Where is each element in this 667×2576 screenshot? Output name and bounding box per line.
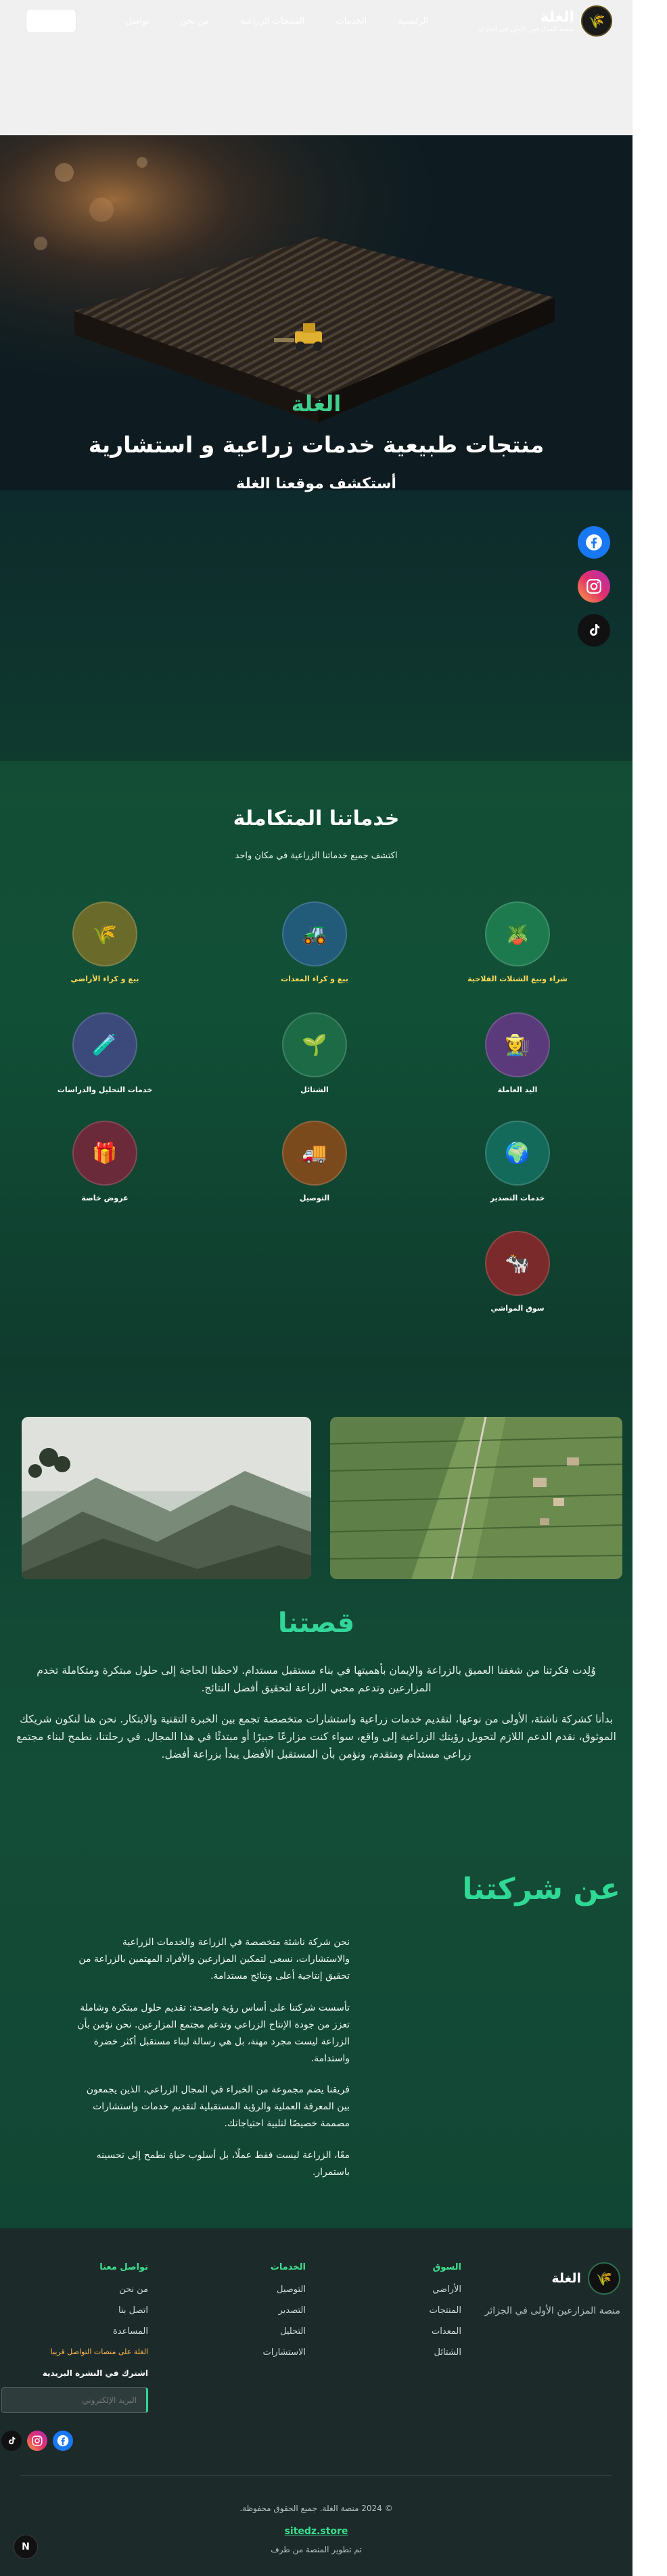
facebook-icon[interactable] xyxy=(53,2431,73,2451)
service-offers[interactable]: 🎁 عروض خاصة xyxy=(44,1121,166,1202)
footer-link[interactable]: المنتجات xyxy=(429,2305,461,2316)
service-nurseries[interactable]: 🌱 الشتائل xyxy=(254,1012,375,1094)
farm-fields-image xyxy=(330,1417,622,1579)
service-lands[interactable]: 🌾 بيع و كراء الأراضي xyxy=(44,901,166,983)
footer-divider xyxy=(20,2475,612,2476)
nav-link-contact[interactable]: تواصل xyxy=(126,16,150,26)
service-analysis[interactable]: 🧪 خدمات التحليل والدراسات xyxy=(44,1012,166,1094)
service-delivery[interactable]: 🚚 التوصيل xyxy=(254,1121,375,1202)
wheat-icon: 🌾 xyxy=(72,901,137,966)
subscribe-button[interactable]: اشتراك xyxy=(26,9,76,33)
footer-link[interactable]: التوصيل xyxy=(262,2285,306,2295)
footer-services-column: الخدمات التوصيل التصدير التحليل الاستشار… xyxy=(262,2262,306,2368)
footer: 🌾 الغلة منصة المزارعين الأولى في الجزائر… xyxy=(0,2228,632,2576)
footer-market-column: السوق الأراضي المنتجات المعدات الشتائل xyxy=(429,2262,461,2368)
footer-link[interactable]: الاستشارات xyxy=(262,2347,306,2358)
footer-link[interactable]: الشتائل xyxy=(429,2347,461,2358)
footer-social xyxy=(1,2431,148,2451)
farmer-icon: 👩‍🌾 xyxy=(485,1012,550,1077)
services-title: خدماتنا المتكاملة xyxy=(233,807,400,830)
sprout-icon: 🌱 xyxy=(282,1012,347,1077)
instagram-icon[interactable] xyxy=(27,2431,47,2451)
service-labor[interactable]: 👩‍🌾 اليد العاملة xyxy=(457,1012,578,1094)
gift-icon: 🎁 xyxy=(72,1121,137,1186)
hero-section: الغلة منتجات طبيعية خدمات زراعية و استشا… xyxy=(0,135,632,761)
nav-link-home[interactable]: الرئيسية xyxy=(398,16,428,26)
n-badge-icon[interactable]: N xyxy=(14,2535,38,2559)
tiktok-icon[interactable] xyxy=(578,614,610,647)
developer-credit: sitedz.store تم تطوير المنصة من طرف xyxy=(0,2526,632,2554)
service-livestock[interactable]: 🐄 سوق المواشي xyxy=(457,1231,578,1313)
brand[interactable]: 🌾 الغلة منصة المزارعين الأولى في الجزائر xyxy=(478,5,612,37)
story-paragraph-1: وُلِدت فكرتنا من شغفنا العميق بالزراعة و… xyxy=(37,1664,596,1694)
newsletter-email-input[interactable] xyxy=(1,2387,148,2413)
logo-icon: 🌾 xyxy=(581,5,612,37)
brand-name: الغلة xyxy=(540,9,574,26)
tiktok-icon[interactable] xyxy=(1,2431,22,2451)
brand-subtitle: منصة المزارعين الأولى في الجزائر xyxy=(477,26,574,33)
story-paragraph-2: بدأنا كشركة ناشئة، الأولى من نوعها، لتقد… xyxy=(16,1713,616,1760)
about-paragraph: معًا، الزراعة ليست فقط عملًا، بل أسلوب ح… xyxy=(96,2150,350,2178)
test-tube-icon: 🧪 xyxy=(72,1012,137,1077)
newsletter-title: اشترك في النشرة البريدية xyxy=(42,2368,148,2378)
navbar: 🌾 الغلة منصة المزارعين الأولى في الجزائر… xyxy=(0,0,632,42)
nav-links: الرئيسية الخدمات المنتجات الزراعية من نح… xyxy=(126,16,428,26)
nav-link-about[interactable]: من نحن xyxy=(180,16,209,26)
footer-link[interactable]: اتصل بنا xyxy=(1,2305,148,2316)
copyright: © 2024 منصة الغلة. جميع الحقوق محفوظة. xyxy=(239,2504,393,2513)
hero-text: الغلة منتجات طبيعية خدمات زراعية و استشا… xyxy=(0,391,632,492)
footer-contact-column: تواصل معنا من نحن اتصل بنا المساعدة الغل… xyxy=(1,2262,148,2451)
footer-link[interactable]: التحليل xyxy=(262,2326,306,2337)
service-seedlings[interactable]: 🪴 شراء وبيع الشتلات الفلاحية xyxy=(457,901,578,983)
footer-brand-name: الغلة xyxy=(551,2271,581,2286)
mountains-image xyxy=(22,1417,311,1579)
instagram-icon[interactable] xyxy=(578,570,610,603)
about-paragraph: فريقنا يضم مجموعة من الخبراء في المجال ا… xyxy=(86,2084,350,2129)
facebook-icon[interactable] xyxy=(578,526,610,559)
about-paragraph: نحن شركة ناشئة متخصصة في الزراعة والخدما… xyxy=(78,1937,350,1982)
cow-icon: 🐄 xyxy=(485,1231,550,1296)
service-equipment[interactable]: 🚜 بيع و كراء المعدات xyxy=(254,901,375,983)
hero-brand: الغلة xyxy=(291,391,342,417)
about-paragraph: تأسست شركتنا على أساس رؤية واضحة: تقديم … xyxy=(77,2003,350,2064)
footer-market-title: السوق xyxy=(432,2262,461,2272)
footer-link[interactable]: المعدات xyxy=(429,2326,461,2337)
services-section: خدماتنا المتكاملة اكتشف جميع خدماتنا الز… xyxy=(0,761,632,1363)
nav-link-products[interactable]: المنتجات الزراعية xyxy=(240,16,304,26)
hero-title: منتجات طبيعية خدمات زراعية و استشارية xyxy=(88,431,545,458)
about-section: عن شركتنا نحن شركة ناشئة متخصصة في الزرا… xyxy=(0,1809,632,2228)
service-export[interactable]: 🌍 خدمات التصدير xyxy=(457,1121,578,1202)
footer-brand: 🌾 الغلة منصة المزارعين الأولى في الجزائر xyxy=(485,2262,620,2316)
truck-icon: 🚚 xyxy=(282,1121,347,1186)
social-coming-note: الغلة على منصات التواصل قريبا xyxy=(50,2347,148,2356)
footer-link[interactable]: التصدير xyxy=(262,2305,306,2316)
developer-link[interactable]: sitedz.store xyxy=(0,2526,632,2537)
nav-link-services[interactable]: الخدمات xyxy=(336,16,367,26)
developer-prefix: تم تطوير المنصة من طرف xyxy=(271,2545,362,2554)
tractor-icon: 🚜 xyxy=(282,901,347,966)
footer-link[interactable]: المساعدة xyxy=(1,2326,148,2337)
footer-services-title: الخدمات xyxy=(270,2262,306,2272)
about-title: عن شركتنا xyxy=(462,1872,620,1906)
footer-contact-title: تواصل معنا xyxy=(99,2262,148,2272)
footer-link[interactable]: من نحن xyxy=(1,2285,148,2295)
story-title: قصتنا xyxy=(277,1608,355,1639)
page-gutter xyxy=(632,0,667,2576)
footer-link[interactable]: الأراضي xyxy=(429,2285,461,2295)
seedling-tray-icon: 🪴 xyxy=(485,901,550,966)
floating-social xyxy=(578,526,610,647)
story-section: قصتنا وُلِدت فكرتنا من شغفنا العميق بالز… xyxy=(0,1363,632,1809)
hero-subtitle[interactable]: أستكشف موقعنا الغلة xyxy=(0,475,632,492)
globe-icon: 🌍 xyxy=(485,1121,550,1186)
footer-tagline: منصة المزارعين الأولى في الجزائر xyxy=(484,2305,620,2316)
services-subtitle: اكتشف جميع خدماتنا الزراعية في مكان واحد xyxy=(235,851,398,861)
logo-icon: 🌾 xyxy=(588,2262,620,2295)
